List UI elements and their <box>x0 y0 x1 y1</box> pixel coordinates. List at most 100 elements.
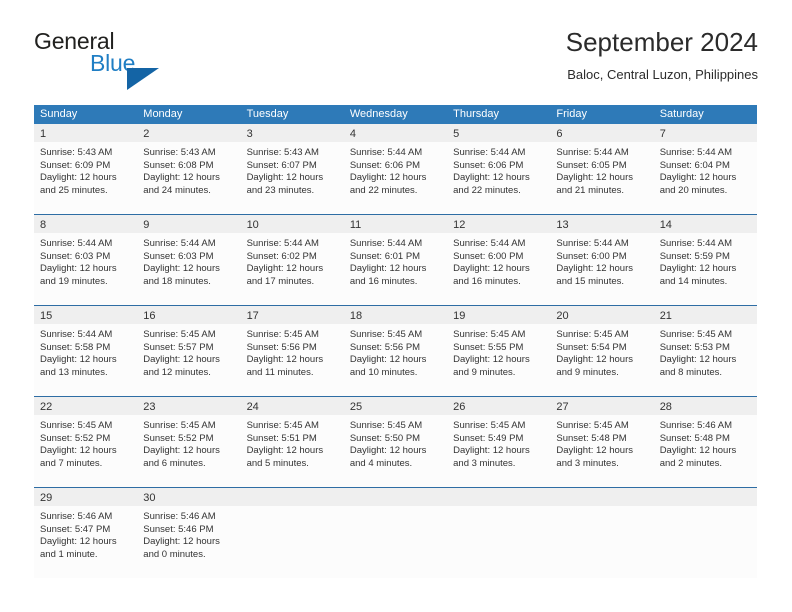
day-cell[interactable]: 6 Sunrise: 5:44 AM Sunset: 6:05 PM Dayli… <box>550 124 654 214</box>
day-cell[interactable]: 21 Sunrise: 5:45 AM Sunset: 5:53 PM Dayl… <box>653 306 757 396</box>
sunrise-text: Sunrise: 5:46 AM <box>40 511 113 522</box>
day-cell[interactable]: 7 Sunrise: 5:44 AM Sunset: 6:04 PM Dayli… <box>653 124 757 214</box>
day-number-band: 2 <box>137 124 241 142</box>
daylight-text: Daylight: 12 hours and 9 minutes. <box>556 354 633 378</box>
day-details: Sunrise: 5:43 AM Sunset: 6:07 PM Dayligh… <box>241 142 344 197</box>
day-cell[interactable]: 25 Sunrise: 5:45 AM Sunset: 5:50 PM Dayl… <box>343 397 448 487</box>
sunset-text: Sunset: 5:56 PM <box>349 341 421 353</box>
day-number: 28 <box>659 401 672 413</box>
day-cell[interactable]: 26 Sunrise: 5:45 AM Sunset: 5:49 PM Dayl… <box>447 397 551 487</box>
day-number-band: 11 <box>343 215 448 233</box>
day-details: Sunrise: 5:45 AM Sunset: 5:49 PM Dayligh… <box>447 415 550 470</box>
day-cell[interactable]: 17 Sunrise: 5:45 AM Sunset: 5:56 PM Dayl… <box>240 306 344 396</box>
day-number-band: 25 <box>343 397 448 415</box>
day-cell[interactable]: 27 Sunrise: 5:45 AM Sunset: 5:48 PM Dayl… <box>550 397 654 487</box>
day-cell[interactable]: 5 Sunrise: 5:44 AM Sunset: 6:06 PM Dayli… <box>447 124 551 214</box>
sunset-text: Sunset: 5:46 PM <box>143 523 214 535</box>
sunrise-text: Sunrise: 5:44 AM <box>40 238 113 249</box>
day-cell[interactable]: 11 Sunrise: 5:44 AM Sunset: 6:01 PM Dayl… <box>343 215 448 305</box>
weekday-header-monday: Monday <box>143 108 183 120</box>
day-details: Sunrise: 5:44 AM Sunset: 6:03 PM Dayligh… <box>137 233 240 288</box>
general-blue-logo: General Blue <box>34 28 214 90</box>
sunset-text: Sunset: 6:07 PM <box>246 159 317 171</box>
day-cell[interactable]: 30 Sunrise: 5:46 AM Sunset: 5:46 PM Dayl… <box>137 488 241 578</box>
day-cell[interactable]: 10 Sunrise: 5:44 AM Sunset: 6:02 PM Dayl… <box>240 215 344 305</box>
day-cell[interactable]: 16 Sunrise: 5:45 AM Sunset: 5:57 PM Dayl… <box>137 306 241 396</box>
sunrise-text: Sunrise: 5:46 AM <box>659 420 733 431</box>
day-details: Sunrise: 5:45 AM Sunset: 5:57 PM Dayligh… <box>137 324 240 379</box>
daylight-text: Daylight: 12 hours and 12 minutes. <box>143 354 220 378</box>
day-details: Sunrise: 5:44 AM Sunset: 6:03 PM Dayligh… <box>34 233 137 288</box>
day-number: 11 <box>349 219 362 231</box>
day-cell[interactable]: 29 Sunrise: 5:46 AM Sunset: 5:47 PM Dayl… <box>34 488 138 578</box>
day-number: 10 <box>246 219 259 231</box>
day-cell[interactable]: 3 Sunrise: 5:43 AM Sunset: 6:07 PM Dayli… <box>240 124 344 214</box>
day-cell[interactable]: 13 Sunrise: 5:44 AM Sunset: 6:00 PM Dayl… <box>550 215 654 305</box>
daylight-text: Daylight: 12 hours and 24 minutes. <box>143 172 220 196</box>
day-details: Sunrise: 5:46 AM Sunset: 5:48 PM Dayligh… <box>654 415 757 470</box>
sunrise-text: Sunrise: 5:44 AM <box>556 147 629 158</box>
sunset-text: Sunset: 5:57 PM <box>143 341 214 353</box>
day-number-band <box>447 488 551 506</box>
day-number-band: 30 <box>137 488 241 506</box>
day-number-band <box>240 488 344 506</box>
day-cell[interactable]: 20 Sunrise: 5:45 AM Sunset: 5:54 PM Dayl… <box>550 306 654 396</box>
day-cell[interactable]: 28 Sunrise: 5:46 AM Sunset: 5:48 PM Dayl… <box>653 397 757 487</box>
page-header: General Blue September 2024 Baloc, Centr… <box>34 26 758 98</box>
day-number: 24 <box>246 401 259 413</box>
sunset-text: Sunset: 6:05 PM <box>556 159 627 171</box>
sunset-text: Sunset: 6:03 PM <box>40 250 111 262</box>
sunrise-text: Sunrise: 5:45 AM <box>453 329 526 340</box>
sunset-text: Sunset: 5:47 PM <box>40 523 111 535</box>
sunrise-text: Sunrise: 5:43 AM <box>40 147 113 158</box>
sunrise-text: Sunrise: 5:45 AM <box>246 329 319 340</box>
day-cell[interactable]: 9 Sunrise: 5:44 AM Sunset: 6:03 PM Dayli… <box>137 215 241 305</box>
daylight-text: Daylight: 12 hours and 13 minutes. <box>40 354 117 378</box>
daylight-text: Daylight: 12 hours and 8 minutes. <box>659 354 737 378</box>
sunset-text: Sunset: 5:50 PM <box>349 432 421 444</box>
day-number-band: 23 <box>137 397 241 415</box>
day-details: Sunrise: 5:46 AM Sunset: 5:47 PM Dayligh… <box>34 506 137 561</box>
daylight-text: Daylight: 12 hours and 3 minutes. <box>556 445 633 469</box>
day-number: 12 <box>453 219 466 231</box>
day-number-band: 28 <box>653 397 757 415</box>
day-cell[interactable]: 22 Sunrise: 5:45 AM Sunset: 5:52 PM Dayl… <box>34 397 138 487</box>
daylight-text: Daylight: 12 hours and 15 minutes. <box>556 263 633 287</box>
daylight-text: Daylight: 12 hours and 2 minutes. <box>659 445 737 469</box>
day-cell[interactable]: 24 Sunrise: 5:45 AM Sunset: 5:51 PM Dayl… <box>240 397 344 487</box>
sunset-text: Sunset: 6:06 PM <box>453 159 524 171</box>
sunrise-text: Sunrise: 5:44 AM <box>453 238 526 249</box>
day-number-band: 7 <box>653 124 757 142</box>
day-cell[interactable]: 14 Sunrise: 5:44 AM Sunset: 5:59 PM Dayl… <box>653 215 757 305</box>
day-cell[interactable]: 19 Sunrise: 5:45 AM Sunset: 5:55 PM Dayl… <box>447 306 551 396</box>
sunrise-text: Sunrise: 5:44 AM <box>143 238 216 249</box>
daylight-text: Daylight: 12 hours and 21 minutes. <box>556 172 633 196</box>
day-details: Sunrise: 5:44 AM Sunset: 6:04 PM Dayligh… <box>654 142 757 197</box>
daylight-text: Daylight: 12 hours and 19 minutes. <box>40 263 117 287</box>
sunrise-text: Sunrise: 5:43 AM <box>143 147 216 158</box>
day-number: 18 <box>349 310 363 322</box>
sunrise-text: Sunrise: 5:45 AM <box>453 420 526 431</box>
day-number-band: 17 <box>240 306 344 324</box>
sunrise-text: Sunrise: 5:45 AM <box>143 420 216 431</box>
day-number: 3 <box>246 128 253 140</box>
sunrise-text: Sunrise: 5:45 AM <box>556 420 629 431</box>
day-cell[interactable]: 2 Sunrise: 5:43 AM Sunset: 6:08 PM Dayli… <box>137 124 241 214</box>
day-cell[interactable]: 4 Sunrise: 5:44 AM Sunset: 6:06 PM Dayli… <box>343 124 448 214</box>
day-number: 14 <box>659 219 672 231</box>
daylight-text: Daylight: 12 hours and 4 minutes. <box>349 445 427 469</box>
day-cell[interactable]: 12 Sunrise: 5:44 AM Sunset: 6:00 PM Dayl… <box>447 215 551 305</box>
day-cell[interactable]: 23 Sunrise: 5:45 AM Sunset: 5:52 PM Dayl… <box>137 397 241 487</box>
day-cell-empty <box>447 488 551 578</box>
sunset-text: Sunset: 6:06 PM <box>349 159 421 171</box>
sunrise-text: Sunrise: 5:45 AM <box>556 329 629 340</box>
day-number-band: 22 <box>34 397 138 415</box>
day-number-band: 5 <box>447 124 551 142</box>
day-number: 29 <box>40 492 53 504</box>
day-cell[interactable]: 1 Sunrise: 5:43 AM Sunset: 6:09 PM Dayli… <box>34 124 138 214</box>
sunset-text: Sunset: 6:00 PM <box>556 250 627 262</box>
day-cell[interactable]: 15 Sunrise: 5:44 AM Sunset: 5:58 PM Dayl… <box>34 306 138 396</box>
day-cell[interactable]: 18 Sunrise: 5:45 AM Sunset: 5:56 PM Dayl… <box>343 306 448 396</box>
day-number-band: 6 <box>550 124 654 142</box>
day-cell[interactable]: 8 Sunrise: 5:44 AM Sunset: 6:03 PM Dayli… <box>34 215 138 305</box>
